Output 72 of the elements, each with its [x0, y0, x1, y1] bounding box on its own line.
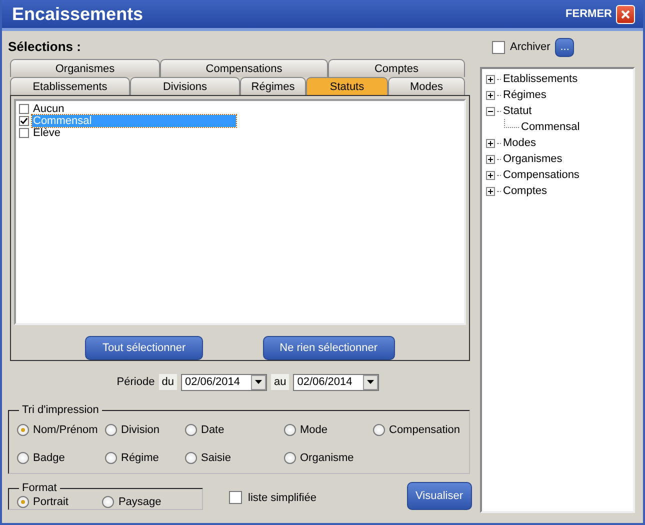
checkbox[interactable] [229, 491, 242, 504]
select-all-button[interactable]: Tout sélectionner [85, 336, 203, 360]
tab[interactable]: Organismes [10, 59, 160, 77]
select-none-button[interactable]: Ne rien sélectionner [262, 336, 394, 360]
group-title: Format [21, 482, 58, 494]
expand-icon[interactable] [486, 138, 495, 148]
option-label: Date [201, 424, 224, 436]
tab[interactable]: Divisions [130, 77, 240, 95]
option-label: Division [121, 424, 160, 436]
expand-icon[interactable] [486, 154, 495, 164]
tree-item[interactable]: Compensations [503, 169, 580, 181]
option-label: Paysage [118, 496, 162, 508]
group-title: Tri d'impression [21, 404, 100, 416]
radio-button[interactable] [17, 452, 29, 464]
radio-button[interactable] [284, 424, 296, 436]
expand-icon[interactable] [486, 74, 495, 84]
checkbox[interactable] [19, 128, 29, 138]
checkbox-label: liste simplifiée [248, 492, 316, 504]
checkbox[interactable] [19, 104, 29, 114]
tree-item[interactable]: Commensal [521, 121, 580, 133]
option-label: Organisme [300, 452, 354, 464]
tab[interactable]: Régimes [240, 77, 306, 95]
radio-button[interactable] [17, 424, 29, 436]
tab[interactable]: Statuts [306, 77, 388, 95]
more-button[interactable]: ... [555, 38, 574, 56]
tab[interactable]: Etablissements [10, 77, 130, 95]
expand-icon[interactable] [486, 186, 495, 196]
date-dropdown[interactable]: 02/06/2014 [293, 374, 380, 390]
tab[interactable]: Compensations [160, 59, 328, 77]
list-item[interactable]: Aucun [32, 103, 236, 115]
radio-button[interactable] [284, 452, 296, 464]
option-label: Nom/Prénom [33, 424, 98, 436]
close-label: FERMER [566, 8, 612, 20]
radio-button[interactable] [185, 452, 197, 464]
checkbox[interactable] [492, 40, 505, 54]
expand-icon[interactable] [486, 90, 495, 100]
section-title: Sélections : [8, 39, 82, 56]
radio-button[interactable] [102, 496, 114, 508]
option-label: Compensation [389, 424, 460, 436]
date-dropdown[interactable]: 02/06/2014 [180, 374, 267, 390]
period-label: Période [116, 376, 155, 388]
checkbox-label: Archiver [510, 41, 550, 53]
tree-item[interactable]: Régimes [503, 89, 546, 101]
collapse-icon[interactable] [486, 106, 495, 116]
checkbox[interactable] [19, 116, 29, 126]
radio-button[interactable] [17, 496, 29, 508]
option-label: Mode [300, 424, 328, 436]
tab[interactable]: Comptes [328, 59, 465, 77]
expand-icon[interactable] [486, 170, 495, 180]
option-label: Régime [121, 452, 159, 464]
caret-icon [367, 380, 374, 384]
tree-item[interactable]: Etablissements [503, 73, 578, 85]
from-label: du [158, 374, 177, 390]
caret-icon [254, 380, 262, 384]
tab[interactable]: Modes [388, 77, 465, 95]
radio-button[interactable] [373, 424, 385, 436]
radio-button[interactable] [185, 424, 197, 436]
tree-item[interactable]: Modes [503, 137, 536, 149]
close-button[interactable] [616, 4, 635, 24]
view-button[interactable]: Visualiser [406, 482, 472, 510]
window-title: Encaissements [12, 4, 144, 24]
tree-item[interactable]: Statut [503, 105, 532, 117]
option-label: Badge [33, 452, 65, 464]
option-label: Portrait [33, 496, 68, 508]
tree-item[interactable]: Comptes [503, 185, 548, 197]
tree-item[interactable]: Organismes [503, 153, 562, 165]
radio-button[interactable] [105, 424, 117, 436]
option-label: Saisie [201, 452, 231, 464]
close-icon [621, 10, 630, 18]
list-item[interactable]: Elève [32, 127, 236, 139]
to-label: au [270, 374, 290, 390]
radio-button[interactable] [105, 452, 117, 464]
